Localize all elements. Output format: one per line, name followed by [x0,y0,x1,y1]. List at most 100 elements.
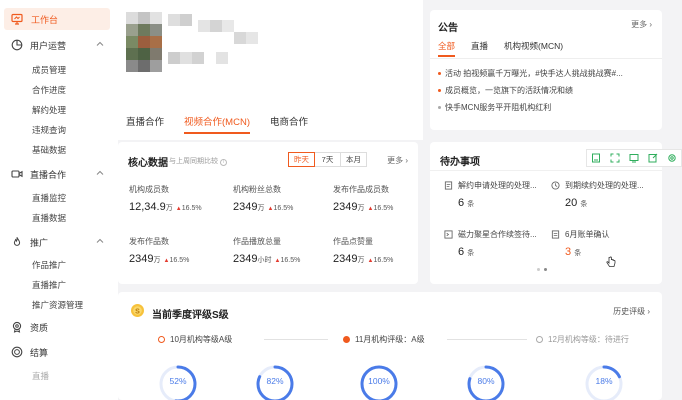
sidebar-item-label: 工作台 [31,14,59,25]
notice-item-text: 快手MCN服务平开阻机构红利 [445,103,552,112]
sidebar: 工作台 用户运营 成员管理 合作进度 解约处理 违规查询 基础数据 直播合作 直… [0,0,118,400]
metric-play-total[interactable]: 作品播放总量 2349小时 ▲16.5% [233,236,300,265]
core-data-subtitle: 与上周同期比较 i [169,156,227,166]
tab-video-mcn[interactable]: 视频合作(MCN) [184,114,250,134]
video-camera-icon [11,170,23,178]
step-connector [447,339,527,340]
todo-value: 6 [458,197,465,209]
notice-item[interactable]: 成员概览，一览旗下的活跃情况和绩 [438,85,573,96]
todo-unit: 条 [467,250,475,257]
tab-live-coop[interactable]: 直播合作 [126,114,164,134]
flame-icon [13,237,21,246]
todo-label: 到期续约处理的处理... [565,181,644,190]
carousel-dots [537,268,547,271]
sidebar-item-violation[interactable]: 违规查询 [32,124,66,136]
sidebar-item-live-data[interactable]: 直播数据 [32,212,66,224]
sidebar-item-live-promo[interactable]: 直播推广 [32,279,66,291]
gauge-value: 52% [169,376,187,386]
notice-more-link[interactable]: 更多 › [631,19,652,30]
period-7days[interactable]: 7天 [314,152,341,167]
pie-chart-icon [11,39,23,51]
sidebar-item-live-monitor[interactable]: 直播监控 [32,192,66,204]
toolbar-button[interactable] [587,150,606,166]
metric-works-count[interactable]: 发布作品数 2349万 ▲16.5% [129,236,189,265]
step-circle-icon [158,336,165,343]
divider [430,170,662,171]
metric-change: 16.5% [373,205,394,212]
screen-icon [629,154,639,163]
todo-item-termination[interactable]: 解约申请处理的处理... 6 条 [444,180,537,209]
todo-label: 6月账单确认 [565,230,610,239]
notice-tab-all[interactable]: 全部 [438,40,456,57]
step-label: 10月机构等级A级 [170,335,233,344]
metric-fans-total[interactable]: 机构粉丝总数 2349万 ▲16.5% [233,184,293,213]
todo-item-bill-confirm[interactable]: 6月账单确认 3 条 [551,229,609,258]
bill-icon [551,230,560,239]
metric-change: 16.5% [181,205,202,212]
core-data-card: 核心数据 与上周同期比较 i 昨天 7天 本月 更多 › 机构成员数 12,34… [118,142,418,284]
metric-unit: 小时 [257,257,272,264]
carousel-dot[interactable] [544,268,547,271]
toolbar-button[interactable] [606,150,625,166]
hand-cursor-icon [606,256,616,267]
metric-publishing-members[interactable]: 发布作品成员数 2349万 ▲16.5% [333,184,393,213]
metric-likes-total[interactable]: 作品点赞量 2349万 ▲16.5% [333,236,393,265]
sidebar-group-promotion[interactable]: 推广 [0,233,118,251]
metric-unit: 万 [153,257,161,264]
todo-label: 磁力聚星合作续签待... [458,230,537,239]
carousel-dot[interactable] [537,268,540,271]
metric-member-count[interactable]: 机构成员数 12,34.9万 ▲16.5% [129,184,202,213]
todo-label: 解约申请处理的处理... [458,181,537,190]
core-more-link[interactable]: 更多 › [387,155,408,166]
rating-step-nov: 11月机构评级：A级 [343,334,425,345]
notice-item[interactable]: 快手MCN服务平开阻机构红利 [438,102,551,113]
period-month[interactable]: 本月 [340,152,367,167]
sidebar-group-settlement[interactable]: 结算 [0,343,118,361]
metric-change: 16.5% [273,205,294,212]
metric-change: 16.5% [169,257,190,264]
toolbar-button[interactable] [662,150,681,166]
tab-ecommerce[interactable]: 电商合作 [270,114,308,134]
todo-unit: 条 [467,201,475,208]
sidebar-group-qualification[interactable]: 资质 [0,318,118,336]
progress-gauge: 80% [466,364,506,400]
chevron-right-icon: › [647,307,650,316]
bullet-icon [438,89,441,93]
sidebar-item-member-mgmt[interactable]: 成员管理 [32,64,66,76]
progress-gauge: 18% [584,364,624,400]
info-icon: i [219,159,227,166]
metric-value: 2349 [333,253,358,265]
sidebar-item-workbench[interactable]: 工作台 [4,8,110,30]
floating-toolbar [586,149,682,167]
period-yesterday[interactable]: 昨天 [288,152,315,167]
chevron-right-icon: › [405,156,408,165]
notice-tab-mcn[interactable]: 机构视频(MCN) [504,40,563,57]
todo-item-star-renewal[interactable]: 磁力聚星合作续签待... 6 条 [444,229,537,258]
sidebar-group-user-ops[interactable]: 用户运营 [0,36,118,54]
blurred-avatar [126,12,266,74]
toolbar-button[interactable] [643,150,662,166]
metric-unit: 万 [357,205,365,212]
sidebar-item-promo-resource[interactable]: 推广资源管理 [32,299,83,311]
notice-item-text: 成员概览，一览旗下的活跃情况和绩 [445,86,573,95]
todo-item-renewal[interactable]: 到期续约处理的处理... 20 条 [551,180,644,209]
monitor-icon [11,13,23,25]
toolbar-button[interactable] [625,150,644,166]
sidebar-group-label: 直播合作 [30,169,67,180]
sidebar-item-settlement-live[interactable]: 直播 [32,370,49,382]
sidebar-item-work-promo[interactable]: 作品推广 [32,259,66,271]
notice-tab-live[interactable]: 直播 [471,40,488,57]
sidebar-item-coop-progress[interactable]: 合作进度 [32,84,66,96]
sidebar-group-live[interactable]: 直播合作 [0,165,118,183]
sidebar-item-basic-data[interactable]: 基础数据 [32,144,66,156]
step-circle-icon [343,336,350,343]
notice-item[interactable]: 活动 拍视频赢千万曝光，#快手达人挑战挑战赛#... [438,68,623,79]
metric-label: 作品点赞量 [333,237,373,246]
metric-value: 12,34.9 [129,201,166,213]
coin-icon [11,346,23,358]
progress-gauge: 100% [359,364,399,400]
notice-tabs: 全部 直播 机构视频(MCN) [438,40,563,57]
svg-text:S: S [135,308,140,315]
sidebar-item-termination[interactable]: 解约处理 [32,104,66,116]
rating-history-link[interactable]: 历史评级 › [613,306,650,317]
